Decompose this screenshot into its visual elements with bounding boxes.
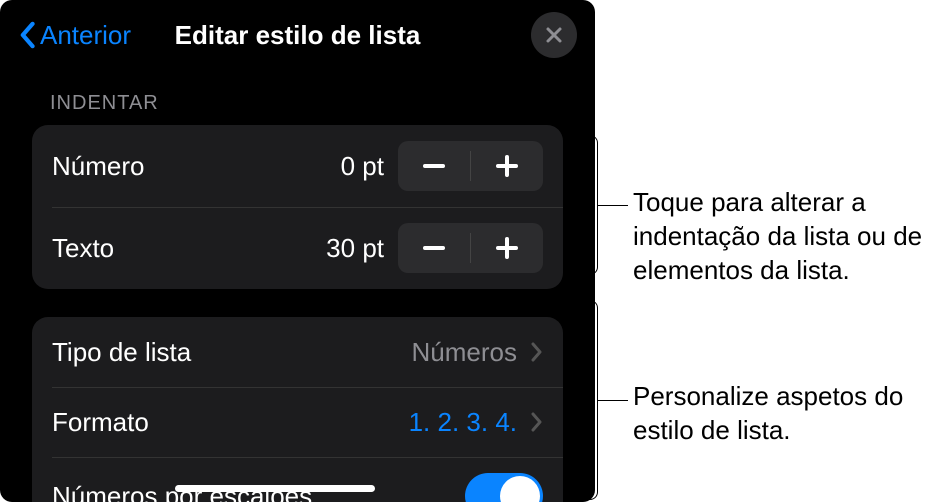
plus-icon (496, 155, 518, 177)
close-button[interactable] (531, 12, 577, 58)
callout-line-1 (598, 205, 628, 206)
indent-text-value[interactable]: 30 pt (304, 233, 384, 264)
section-header-indent: INDENTAR (0, 70, 595, 125)
chevron-right-icon (531, 341, 543, 363)
format-label: Formato (52, 407, 409, 438)
format-row[interactable]: Formato 1. 2. 3. 4. (32, 387, 563, 457)
indent-text-decrease[interactable] (398, 223, 470, 273)
back-label: Anterior (40, 20, 131, 51)
back-button[interactable]: Anterior (18, 20, 131, 51)
indent-text-stepper (398, 223, 543, 273)
callout-bracket-2 (580, 300, 598, 500)
minus-icon (423, 246, 445, 250)
format-value: 1. 2. 3. 4. (409, 407, 517, 438)
tiered-numbers-row: Números por escalões (32, 457, 563, 502)
indent-number-value[interactable]: 0 pt (304, 151, 384, 182)
minus-icon (423, 164, 445, 168)
list-style-group: Tipo de lista Números Formato 1. 2. 3. 4… (32, 317, 563, 502)
list-type-label: Tipo de lista (52, 337, 412, 368)
plus-icon (496, 237, 518, 259)
chevron-right-icon (531, 411, 543, 433)
edit-list-style-panel: Anterior Editar estilo de lista INDENTAR… (0, 0, 595, 502)
callout-indent: Toque para alterar a indentação da lista… (633, 186, 929, 287)
callout-bracket-1 (580, 135, 598, 275)
list-type-value: Números (412, 337, 517, 368)
indent-text-row: Texto 30 pt (32, 207, 563, 289)
chevron-left-icon (18, 21, 36, 49)
tiered-numbers-toggle[interactable] (465, 473, 543, 502)
indent-number-increase[interactable] (471, 141, 543, 191)
indent-number-decrease[interactable] (398, 141, 470, 191)
indent-text-label: Texto (52, 233, 304, 264)
toggle-knob (500, 476, 540, 502)
panel-title: Editar estilo de lista (175, 20, 421, 51)
callout-line-2 (598, 400, 628, 401)
indent-number-label: Número (52, 151, 304, 182)
indent-text-increase[interactable] (471, 223, 543, 273)
close-icon (544, 25, 564, 45)
panel-header: Anterior Editar estilo de lista (0, 0, 595, 70)
indent-group: Número 0 pt Texto 30 pt (32, 125, 563, 289)
list-type-row[interactable]: Tipo de lista Números (32, 317, 563, 387)
scroll-indicator[interactable] (175, 485, 375, 492)
callout-style: Personalize aspetos do estilo de lista. (633, 380, 929, 448)
indent-number-stepper (398, 141, 543, 191)
indent-number-row: Número 0 pt (32, 125, 563, 207)
